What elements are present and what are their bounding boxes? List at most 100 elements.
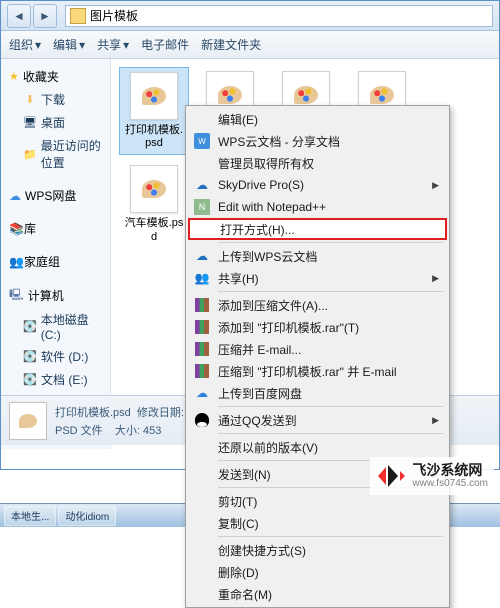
toolbar-share[interactable]: 共享 ▾ bbox=[97, 36, 129, 53]
disk-icon: 💽 bbox=[23, 350, 37, 364]
menu-item[interactable]: 通过QQ发送到 ▶ bbox=[188, 409, 447, 431]
menu-item[interactable]: 管理员取得所有权 bbox=[188, 152, 447, 174]
menu-item[interactable]: 删除(D) bbox=[188, 561, 447, 583]
sidebar-item-desktop[interactable]: 🖥桌面 bbox=[5, 111, 106, 134]
menu-item[interactable]: 还原以前的版本(V) bbox=[188, 436, 447, 458]
menu-item-label: 删除(D) bbox=[218, 564, 259, 581]
sidebar-favorites-header[interactable]: ★收藏夹 bbox=[5, 65, 106, 88]
sidebar-wps[interactable]: ☁WPS网盘 bbox=[5, 184, 106, 207]
menu-item-label: 压缩并 E-mail... bbox=[218, 341, 301, 358]
menu-item-label: 压缩到 "打印机模板.rar" 并 E-mail bbox=[218, 363, 397, 380]
sidebar-computer-header[interactable]: 🖳计算机 bbox=[5, 283, 106, 308]
desktop-icon: 🖥 bbox=[23, 116, 37, 130]
menu-separator bbox=[218, 536, 443, 537]
menu-item[interactable]: ☁ 上传到WPS云文档 bbox=[188, 245, 447, 267]
taskbar-item[interactable]: 动化idiom bbox=[58, 506, 116, 526]
menu-item[interactable]: 添加到压缩文件(A)... bbox=[188, 294, 447, 316]
menu-item-label: 创建快捷方式(S) bbox=[218, 542, 306, 559]
file-item[interactable]: 打印机模板.psd bbox=[119, 67, 189, 155]
cloud-icon: ☁ bbox=[9, 189, 21, 203]
menu-item-label: 通过QQ发送到 bbox=[218, 412, 297, 429]
star-icon: ★ bbox=[9, 70, 19, 83]
menu-item-label: 上传到WPS云文档 bbox=[218, 248, 317, 265]
sidebar-homegroup[interactable]: 👥家庭组 bbox=[5, 250, 106, 273]
menu-item[interactable]: WWPS云文档 - 分享文档 bbox=[188, 130, 447, 152]
menu-item[interactable]: 创建快捷方式(S) bbox=[188, 539, 447, 561]
watermark-url: www.fs0745.com bbox=[412, 478, 488, 489]
homegroup-icon: 👥 bbox=[9, 255, 24, 269]
npp-icon: N bbox=[194, 199, 210, 215]
library-icon: 📚 bbox=[9, 222, 24, 236]
upload-icon: ☁ bbox=[194, 248, 210, 264]
menu-item[interactable]: ☁ 上传到百度网盘 bbox=[188, 382, 447, 404]
menu-item[interactable]: 添加到 "打印机模板.rar"(T) bbox=[188, 316, 447, 338]
wps-icon: W bbox=[194, 133, 210, 149]
sidebar-item-disk-e[interactable]: 💽文档 (E:) bbox=[5, 368, 106, 391]
menu-item-label: 共享(H) bbox=[218, 270, 259, 287]
menu-separator bbox=[218, 242, 443, 243]
titlebar: ◄ ► 图片模板 bbox=[1, 1, 499, 31]
onedrive-icon: ☁ bbox=[194, 177, 210, 193]
menu-item[interactable]: 压缩并 E-mail... bbox=[188, 338, 447, 360]
menu-item-open-with[interactable]: 打开方式(H)... bbox=[188, 218, 447, 240]
sidebar-item-disk-d[interactable]: 💽软件 (D:) bbox=[5, 345, 106, 368]
status-thumbnail bbox=[9, 402, 47, 440]
toolbar-email[interactable]: 电子邮件 bbox=[141, 36, 189, 53]
menu-item[interactable]: 重命名(M) bbox=[188, 583, 447, 605]
rar-icon bbox=[194, 319, 210, 335]
rar-icon bbox=[194, 341, 210, 357]
menu-item[interactable]: 编辑(E) bbox=[188, 108, 447, 130]
menu-item-label: 打开方式(H)... bbox=[220, 221, 295, 238]
nav-forward-button[interactable]: ► bbox=[33, 4, 57, 28]
disk-icon: 💽 bbox=[23, 320, 37, 334]
computer-icon: 🖳 bbox=[9, 286, 24, 305]
watermark: 飞沙系统网 www.fs0745.com bbox=[370, 457, 494, 495]
address-bar[interactable]: 图片模板 bbox=[65, 5, 493, 27]
context-menu: 编辑(E) WWPS云文档 - 分享文档管理员取得所有权 ☁ SkyDrive Pro… bbox=[185, 105, 450, 608]
toolbar-edit[interactable]: 编辑 ▾ bbox=[53, 36, 85, 53]
menu-item-label: 编辑(E) bbox=[218, 111, 258, 128]
submenu-arrow-icon: ▶ bbox=[432, 273, 439, 284]
menu-item[interactable]: 👥 共享(H) ▶ bbox=[188, 267, 447, 289]
menu-item-label: 剪切(T) bbox=[218, 493, 257, 510]
menu-item-label: 上传到百度网盘 bbox=[218, 385, 302, 402]
psd-icon bbox=[130, 165, 178, 213]
status-filename: 打印机模板.psd bbox=[55, 407, 131, 419]
menu-item-label: Edit with Notepad++ bbox=[218, 200, 326, 214]
menu-separator bbox=[218, 433, 443, 434]
sidebar: ★收藏夹 ⬇下载 🖥桌面 📁最近访问的位置 ☁WPS网盘 📚库 👥家庭组 🖳计算… bbox=[1, 59, 111, 449]
toolbar-organize[interactable]: 组织 ▾ bbox=[9, 36, 41, 53]
menu-item-label: 发送到(N) bbox=[218, 466, 271, 483]
file-item[interactable]: 汽车模板.psd bbox=[119, 161, 189, 247]
path-text: 图片模板 bbox=[90, 7, 138, 24]
psd-icon bbox=[130, 72, 178, 120]
menu-item[interactable]: 压缩到 "打印机模板.rar" 并 E-mail bbox=[188, 360, 447, 382]
menu-item[interactable]: ☁ SkyDrive Pro(S) ▶ bbox=[188, 174, 447, 196]
submenu-arrow-icon: ▶ bbox=[432, 180, 439, 191]
menu-separator bbox=[218, 406, 443, 407]
rar-icon bbox=[194, 297, 210, 313]
sidebar-item-recent[interactable]: 📁最近访问的位置 bbox=[5, 134, 106, 174]
menu-item[interactable]: 复制(C) bbox=[188, 512, 447, 534]
menu-separator bbox=[218, 291, 443, 292]
watermark-title: 飞沙系统网 bbox=[412, 463, 488, 478]
menu-item-label: SkyDrive Pro(S) bbox=[218, 178, 304, 192]
menu-item-label: 添加到压缩文件(A)... bbox=[218, 297, 328, 314]
sidebar-libraries[interactable]: 📚库 bbox=[5, 217, 106, 240]
baidu-icon: ☁ bbox=[194, 385, 210, 401]
status-type: PSD 文件 bbox=[55, 425, 103, 437]
toolbar-new-folder[interactable]: 新建文件夹 bbox=[201, 36, 261, 53]
download-icon: ⬇ bbox=[23, 93, 37, 107]
submenu-arrow-icon: ▶ bbox=[432, 415, 439, 426]
share-icon: 👥 bbox=[194, 270, 210, 286]
menu-item-label: 管理员取得所有权 bbox=[218, 155, 314, 172]
sidebar-item-disk-c[interactable]: 💽本地磁盘 (C:) bbox=[5, 308, 106, 345]
nav-back-button[interactable]: ◄ bbox=[7, 4, 31, 28]
folder-icon bbox=[70, 8, 86, 24]
qq-icon bbox=[194, 412, 210, 428]
file-label: 打印机模板.psd bbox=[124, 124, 184, 150]
sidebar-item-downloads[interactable]: ⬇下载 bbox=[5, 88, 106, 111]
menu-item-label: 复制(C) bbox=[218, 515, 259, 532]
taskbar-item[interactable]: 本地生... bbox=[4, 506, 56, 526]
menu-item[interactable]: N Edit with Notepad++ bbox=[188, 196, 447, 218]
